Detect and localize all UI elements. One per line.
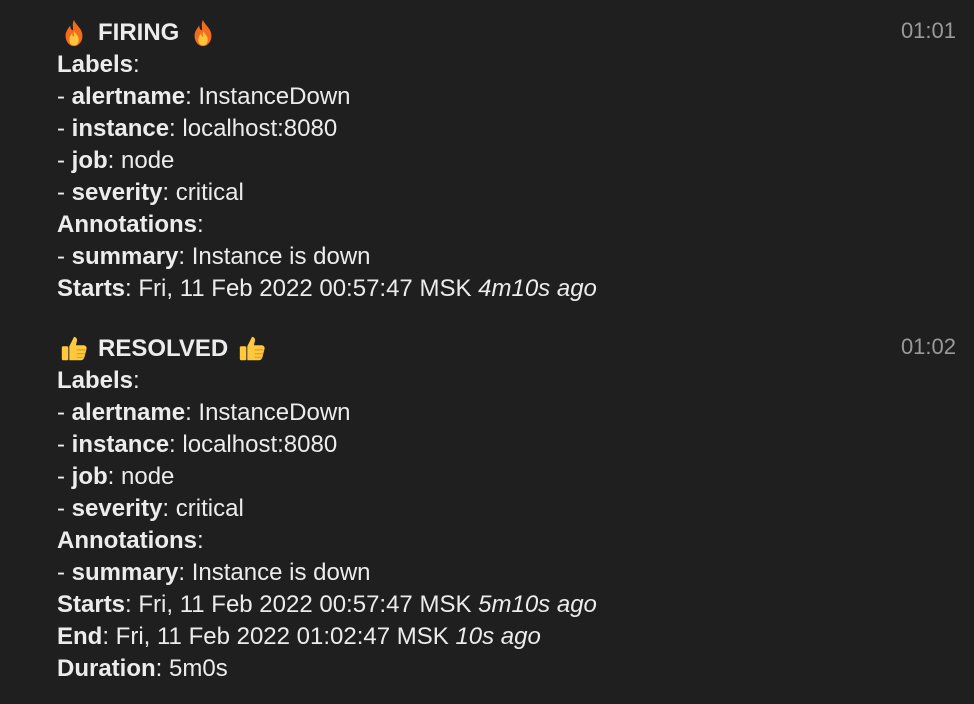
alert-message-firing[interactable]: FIRING Labels: - alertname: InstanceDown… bbox=[57, 17, 937, 305]
labels-heading-line: Labels: bbox=[57, 365, 937, 397]
dash: - bbox=[57, 495, 72, 522]
starts-ago: 4m10s ago bbox=[478, 275, 597, 302]
label-key: instance bbox=[71, 115, 170, 142]
labels-heading-line: Labels: bbox=[57, 49, 937, 81]
dash: - bbox=[57, 147, 72, 174]
end-value: Fri, 11 Feb 2022 01:02:47 MSK bbox=[115, 623, 449, 650]
thumbs-up-icon bbox=[240, 336, 265, 361]
colon: : bbox=[169, 431, 176, 458]
dash: - bbox=[57, 83, 72, 110]
annotations-heading: Annotations bbox=[57, 211, 197, 238]
annotations-heading-line: Annotations: bbox=[57, 525, 937, 557]
duration-label: Duration bbox=[57, 655, 156, 682]
message-title: RESOLVED bbox=[57, 333, 937, 365]
label-key: alertname bbox=[71, 399, 186, 426]
label-row: - alertname: InstanceDown bbox=[57, 81, 937, 113]
colon: : bbox=[196, 211, 204, 238]
labels-heading: Labels bbox=[57, 367, 134, 394]
annotation-key: summary bbox=[71, 559, 179, 586]
colon: : bbox=[185, 83, 192, 110]
starts-row: Starts: Fri, 11 Feb 2022 00:57:47 MSK 5m… bbox=[57, 589, 937, 621]
colon: : bbox=[125, 275, 132, 302]
colon: : bbox=[155, 655, 163, 682]
label-value: InstanceDown bbox=[198, 83, 351, 110]
starts-value: Fri, 11 Feb 2022 00:57:47 MSK bbox=[138, 275, 472, 302]
label-key: job bbox=[71, 147, 108, 174]
dash: - bbox=[57, 179, 72, 206]
annotations-heading-line: Annotations: bbox=[57, 209, 937, 241]
label-key: alertname bbox=[71, 83, 186, 110]
message-timestamp: 01:01 bbox=[900, 18, 956, 43]
label-row: - alertname: InstanceDown bbox=[57, 397, 937, 429]
colon: : bbox=[169, 115, 176, 142]
label-value: localhost:8080 bbox=[182, 115, 338, 142]
colon: : bbox=[178, 243, 186, 270]
colon: : bbox=[178, 559, 186, 586]
dash: - bbox=[57, 431, 72, 458]
annotation-value: Instance is down bbox=[191, 559, 371, 586]
label-row: - job: node bbox=[57, 461, 937, 493]
starts-label: Starts bbox=[57, 275, 126, 302]
fire-icon bbox=[65, 19, 83, 47]
message-title: FIRING bbox=[57, 17, 937, 49]
colon: : bbox=[185, 399, 192, 426]
starts-ago: 5m10s ago bbox=[478, 591, 597, 618]
label-value: critical bbox=[175, 179, 244, 206]
colon: : bbox=[162, 495, 170, 522]
dash: - bbox=[57, 399, 72, 426]
label-key: instance bbox=[71, 431, 170, 458]
duration-row: Duration: 5m0s bbox=[57, 653, 937, 685]
label-value: localhost:8080 bbox=[182, 431, 338, 458]
label-row: - instance: localhost:8080 bbox=[57, 113, 937, 145]
labels-heading: Labels bbox=[57, 51, 134, 78]
starts-value: Fri, 11 Feb 2022 00:57:47 MSK bbox=[138, 591, 472, 618]
dash: - bbox=[57, 559, 72, 586]
end-ago: 10s ago bbox=[455, 623, 541, 650]
colon: : bbox=[133, 367, 140, 394]
label-row: - instance: localhost:8080 bbox=[57, 429, 937, 461]
fire-icon bbox=[194, 19, 212, 47]
label-key: job bbox=[71, 463, 108, 490]
end-row: End: Fri, 11 Feb 2022 01:02:47 MSK 10s a… bbox=[57, 621, 937, 653]
colon: : bbox=[125, 591, 132, 618]
chat-message-list: FIRING Labels: - alertname: InstanceDown… bbox=[0, 0, 974, 704]
annotations-heading: Annotations bbox=[57, 527, 197, 554]
annotation-row: - summary: Instance is down bbox=[57, 557, 937, 589]
label-value: InstanceDown bbox=[198, 399, 351, 426]
starts-label: Starts bbox=[57, 591, 126, 618]
alert-message-resolved[interactable]: RESOLVED Labels: - alertname: InstanceDo… bbox=[57, 333, 937, 685]
label-value: node bbox=[121, 147, 175, 174]
colon: : bbox=[107, 147, 115, 174]
label-row: - severity: critical bbox=[57, 493, 937, 525]
message-title-text: RESOLVED bbox=[98, 335, 229, 362]
dash: - bbox=[57, 463, 72, 490]
annotation-row: - summary: Instance is down bbox=[57, 241, 937, 273]
label-value: critical bbox=[175, 495, 244, 522]
end-label: End bbox=[57, 623, 103, 650]
colon: : bbox=[102, 623, 109, 650]
starts-row: Starts: Fri, 11 Feb 2022 00:57:47 MSK 4m… bbox=[57, 273, 937, 305]
label-key: severity bbox=[71, 495, 163, 522]
label-row: - job: node bbox=[57, 145, 937, 177]
colon: : bbox=[162, 179, 170, 206]
message-timestamp: 01:02 bbox=[900, 334, 956, 359]
label-key: severity bbox=[71, 179, 163, 206]
annotation-key: summary bbox=[71, 243, 179, 270]
duration-value: 5m0s bbox=[169, 655, 228, 682]
label-row: - severity: critical bbox=[57, 177, 937, 209]
colon: : bbox=[107, 463, 115, 490]
colon: : bbox=[196, 527, 204, 554]
message-title-text: FIRING bbox=[98, 19, 180, 46]
label-value: node bbox=[121, 463, 175, 490]
colon: : bbox=[133, 51, 140, 78]
dash: - bbox=[57, 115, 72, 142]
annotation-value: Instance is down bbox=[191, 243, 371, 270]
dash: - bbox=[57, 243, 72, 270]
thumbs-up-icon bbox=[61, 336, 87, 361]
